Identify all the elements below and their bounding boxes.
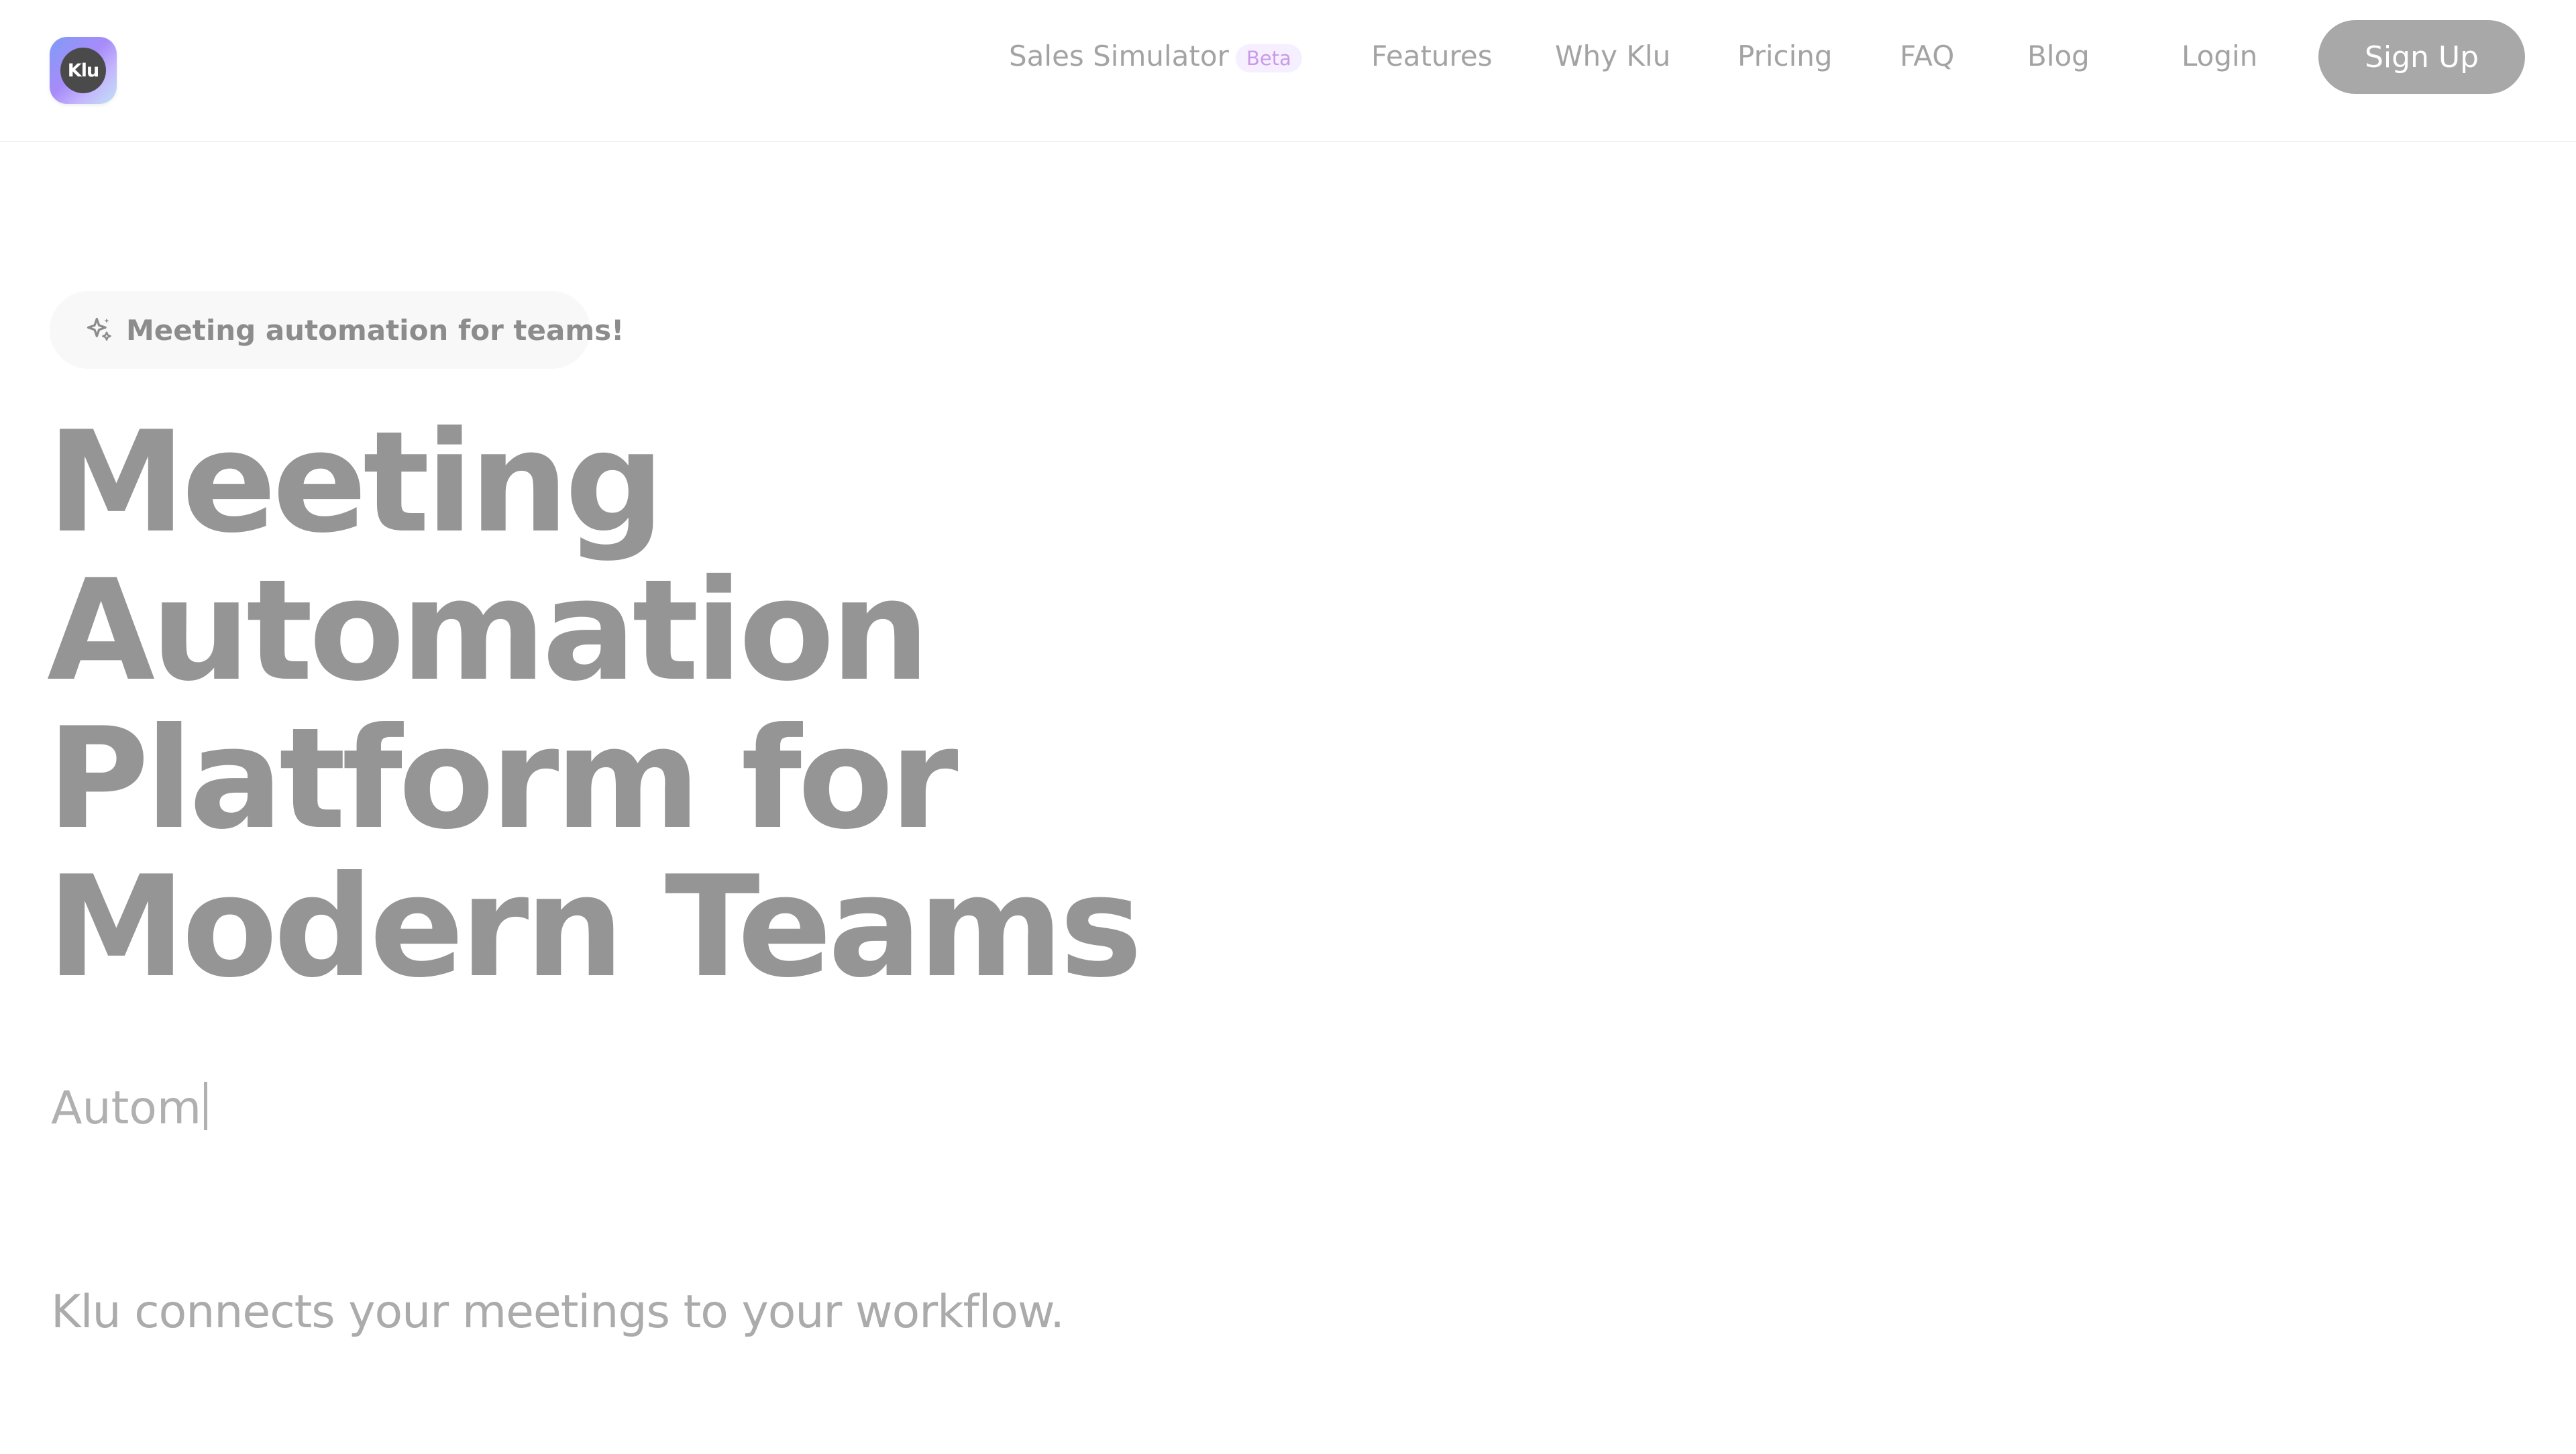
hero-headline-line-3: Platform for [47, 698, 959, 860]
nav-link-blog[interactable]: Blog [2027, 39, 2090, 74]
nav-link-sales-simulator[interactable]: Sales Simulator [1009, 39, 1229, 74]
nav-link-pricing[interactable]: Pricing [1737, 39, 1833, 74]
hero-headline-line-4: Modern Teams [47, 846, 1142, 1009]
hero-tagline-pill: Meeting automation for teams! [50, 291, 624, 369]
hero-headline: Meeting Automation Platform for Modern T… [47, 409, 1187, 1002]
nav-link-faq[interactable]: FAQ [1900, 39, 1954, 74]
klu-logo-mark: Klu [60, 48, 106, 93]
sign-up-button[interactable]: Sign Up [2318, 20, 2525, 94]
nav-link-why-klu[interactable]: Why Klu [1555, 39, 1670, 74]
sparkle-icon [87, 317, 111, 341]
site-header: Klu Sales Simulator Beta Features Why Kl… [0, 0, 2576, 142]
typewriter-value: Autom [51, 1082, 202, 1135]
hero-subheading: Klu connects your meetings to your workf… [51, 1286, 1065, 1339]
hero-headline-line-1: Meeting [47, 402, 665, 564]
beta-badge: Beta [1236, 44, 1302, 72]
typewriter-text: Autom [51, 1078, 208, 1139]
nav-link-features[interactable]: Features [1371, 39, 1493, 74]
text-caret [204, 1082, 208, 1130]
hero-tagline-text: Meeting automation for teams! [126, 313, 625, 347]
hero-headline-line-2: Automation [47, 550, 930, 712]
login-link[interactable]: Login [2182, 39, 2257, 74]
klu-logo[interactable]: Klu [50, 37, 117, 104]
